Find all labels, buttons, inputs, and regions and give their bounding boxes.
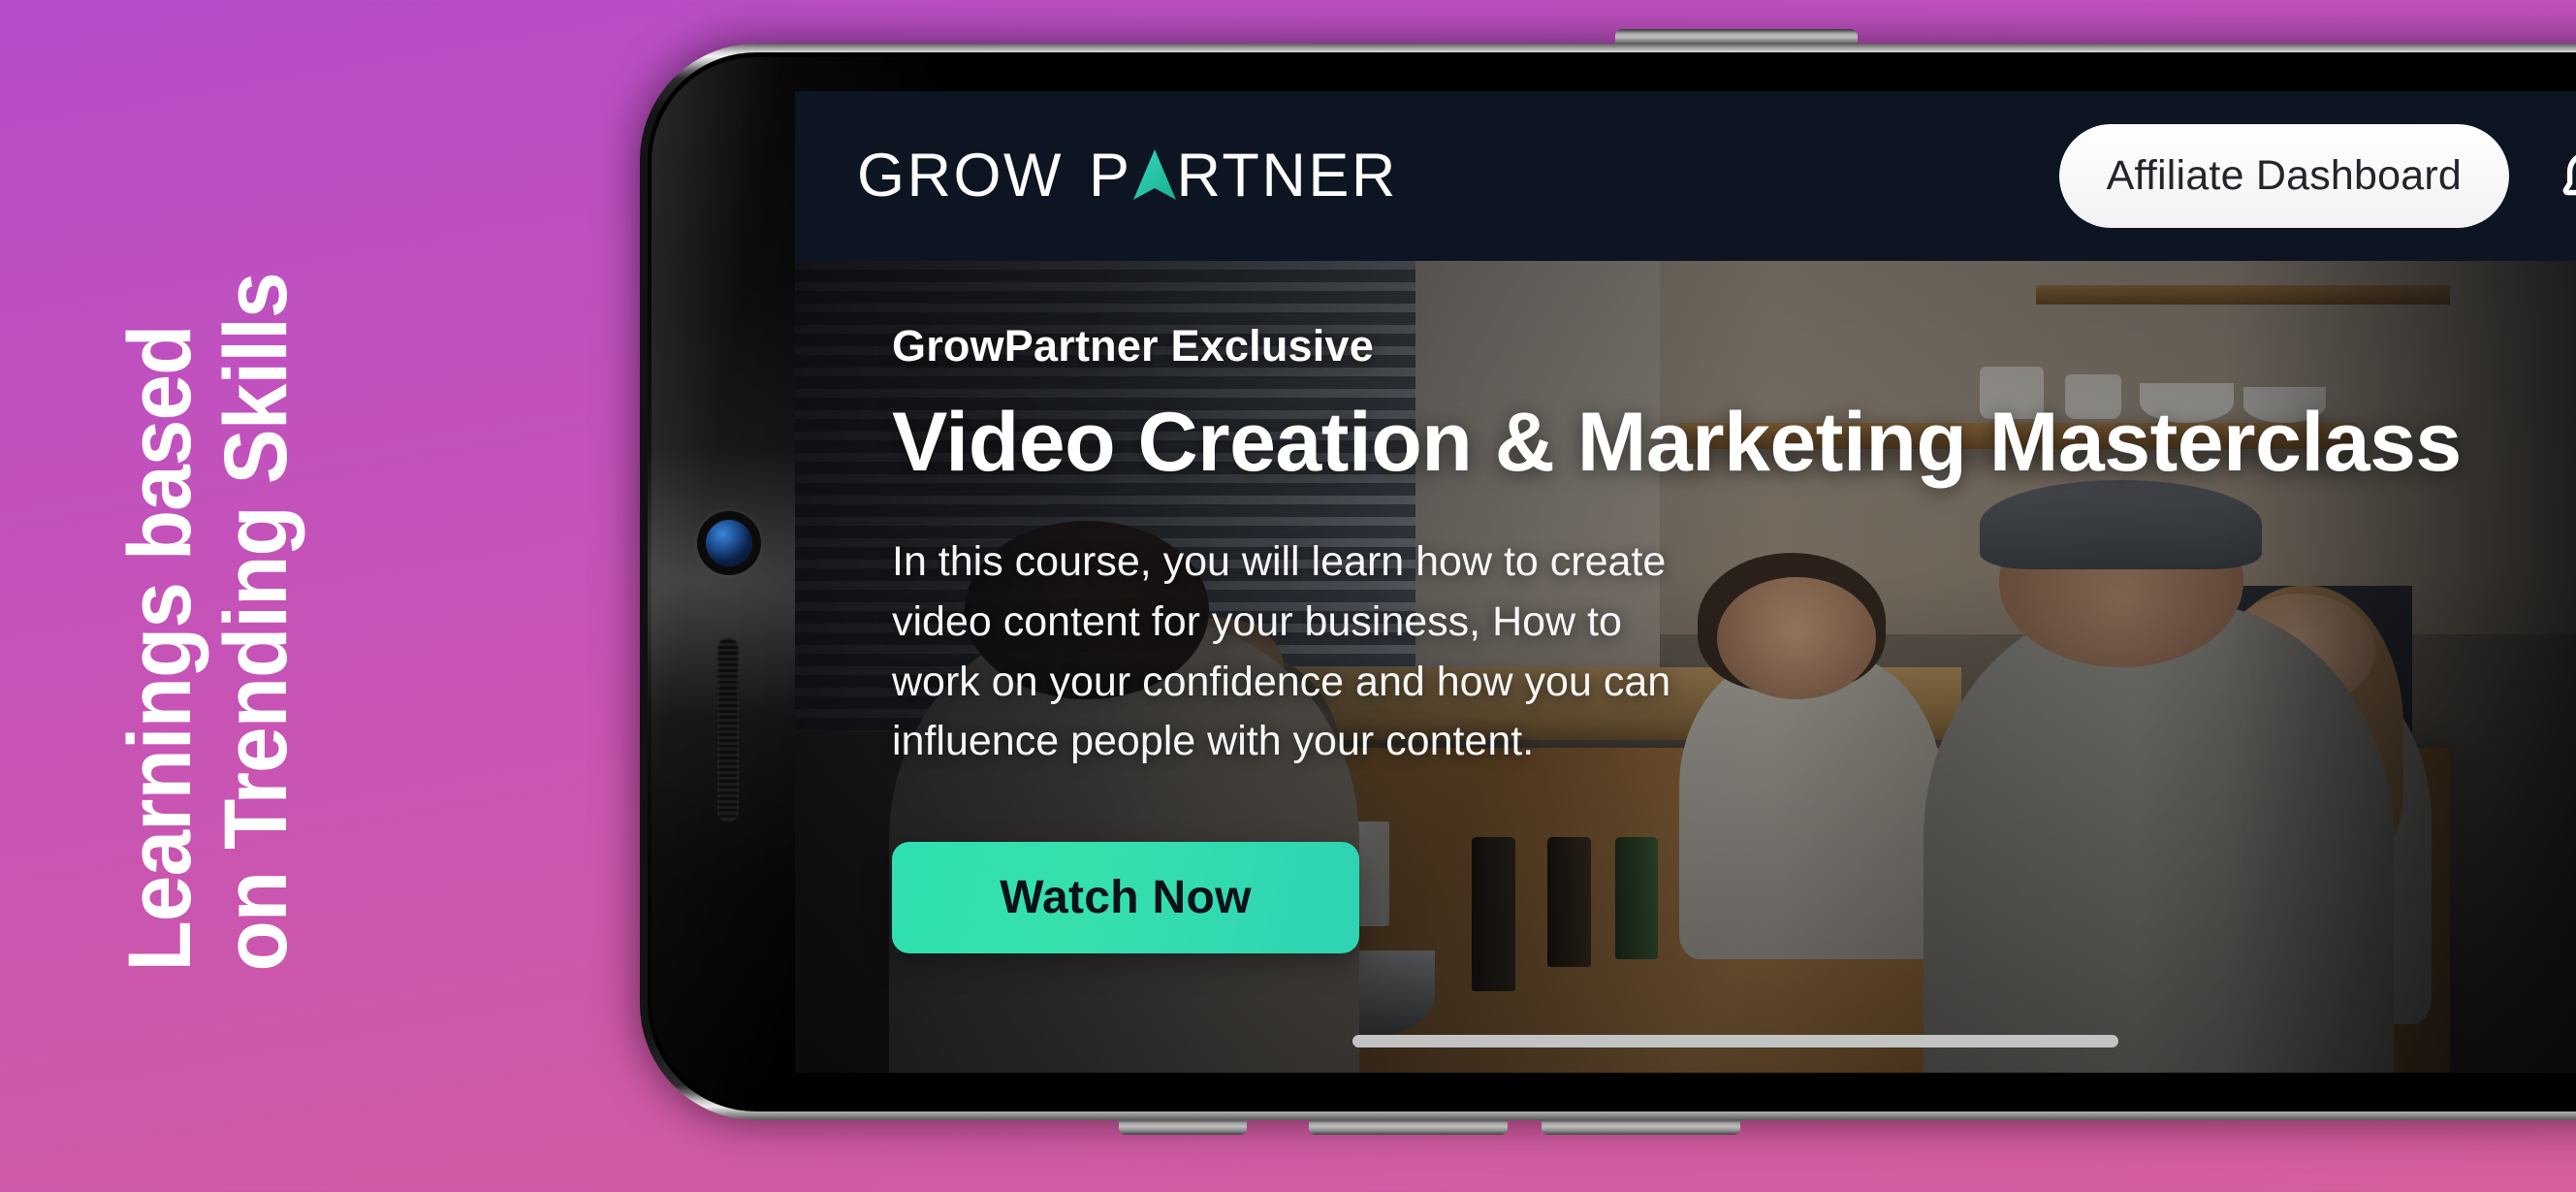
phone-bezel: GROW P RTNER Affiliate Dashboard GrowPar… (648, 52, 2576, 1111)
up-arrow-icon (1132, 149, 1176, 200)
phone-screen: GROW P RTNER Affiliate Dashboard GrowPar… (795, 91, 2576, 1073)
hero-description: In this course, you will learn how to cr… (892, 537, 1671, 765)
promo-rotated-wrap: Learnings based on Trending Skills (110, 220, 305, 972)
promo-line-2: on Trending Skills (207, 273, 305, 972)
front-camera-icon (706, 520, 752, 566)
hero-headline: Video Creation & Marketing Masterclass (892, 396, 2462, 489)
hero-eyebrow: GrowPartner Exclusive (892, 321, 1374, 370)
volume-button-2[interactable] (1309, 1118, 1508, 1135)
hero-section: GrowPartner Exclusive Video Creation & M… (795, 261, 2576, 1073)
affiliate-dashboard-button[interactable]: Affiliate Dashboard (2058, 124, 2509, 228)
app-bar: GROW P RTNER Affiliate Dashboard (795, 91, 2576, 261)
volume-button-1[interactable] (1119, 1118, 1247, 1135)
watch-now-button[interactable]: Watch Now (892, 842, 1359, 954)
hero-content: GrowPartner Exclusive Video Creation & M… (892, 321, 2462, 954)
promo-line-1: Learnings based (110, 325, 209, 972)
volume-button-3[interactable] (1542, 1118, 1740, 1135)
home-indicator[interactable] (1352, 1035, 2118, 1047)
app-bar-actions: Affiliate Dashboard (2058, 124, 2576, 228)
bell-icon[interactable] (2556, 144, 2576, 209)
promo-text-block: Learnings based on Trending Skills (0, 0, 417, 1192)
app-viewport: GROW P RTNER Affiliate Dashboard GrowPar… (795, 91, 2576, 1073)
logo-word-grow: GROW (857, 142, 1064, 209)
logo-letter-p: P (1088, 142, 1132, 209)
phone-mockup: GROW P RTNER Affiliate Dashboard GrowPar… (640, 29, 2576, 1135)
brand-logo[interactable]: GROW P RTNER (857, 145, 1398, 207)
earpiece-speaker-icon (717, 637, 739, 822)
logo-word-rtner: RTNER (1176, 142, 1398, 209)
